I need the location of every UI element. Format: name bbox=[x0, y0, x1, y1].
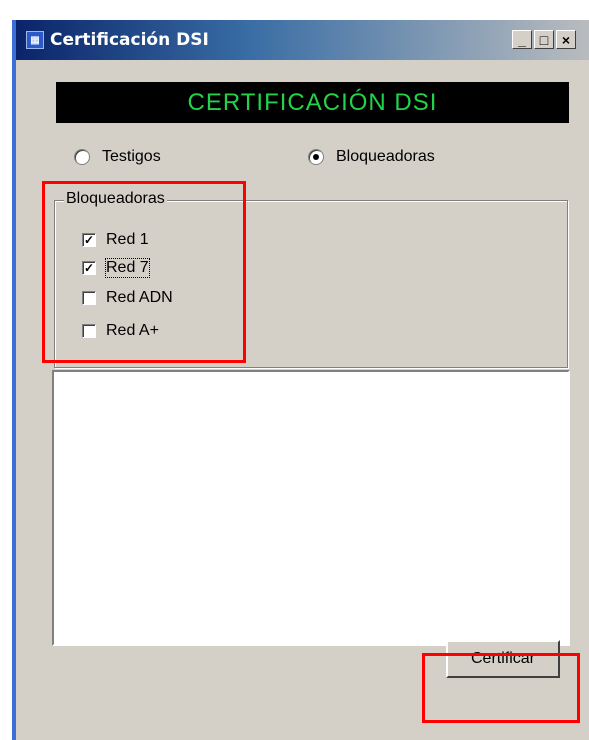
group-title: Bloqueadoras bbox=[64, 190, 167, 208]
radio-testigos[interactable]: Testigos bbox=[74, 146, 161, 168]
group-bloqueadoras bbox=[54, 200, 568, 368]
checkbox-red-1[interactable]: ✓ Red 1 bbox=[82, 230, 149, 250]
radio-label-bloqueadoras: Bloqueadoras bbox=[336, 148, 435, 165]
output-textarea[interactable] bbox=[52, 370, 570, 646]
checkbox-checked[interactable]: ✓ bbox=[82, 261, 96, 275]
checkbox-label-red-1: Red 1 bbox=[106, 231, 149, 248]
radio-bloqueadoras[interactable]: Bloqueadoras bbox=[308, 146, 435, 168]
checkbox-label-red-adn: Red ADN bbox=[106, 289, 173, 306]
checkbox-label-red-7: Red 7 bbox=[105, 258, 150, 278]
checkbox-red-7[interactable]: ✓ Red 7 bbox=[82, 258, 150, 278]
radio-label-testigos: Testigos bbox=[102, 148, 161, 165]
checkbox-unchecked[interactable] bbox=[82, 291, 96, 305]
checkbox-checked[interactable]: ✓ bbox=[82, 233, 96, 247]
title-bar[interactable]: ▦ Certificación DSI _ □ × bbox=[16, 20, 589, 60]
window-title: Certificación DSI bbox=[50, 30, 209, 50]
radio-button[interactable] bbox=[74, 149, 90, 165]
maximize-button[interactable]: □ bbox=[534, 30, 554, 49]
checkbox-red-adn[interactable]: Red ADN bbox=[82, 288, 173, 308]
minimize-button[interactable]: _ bbox=[512, 30, 532, 49]
checkbox-red-a-plus[interactable]: Red A+ bbox=[82, 321, 159, 341]
close-button[interactable]: × bbox=[556, 30, 576, 49]
checkbox-unchecked[interactable] bbox=[82, 324, 96, 338]
radio-button-selected[interactable] bbox=[308, 149, 324, 165]
banner-title: CERTIFICACIÓN DSI bbox=[56, 82, 569, 123]
checkbox-label-red-a-plus: Red A+ bbox=[106, 322, 159, 339]
app-icon: ▦ bbox=[26, 31, 44, 49]
app-window: ▦ Certificación DSI _ □ × CERTIFICACIÓN … bbox=[12, 20, 589, 740]
certify-button[interactable]: Certificar bbox=[446, 640, 560, 678]
